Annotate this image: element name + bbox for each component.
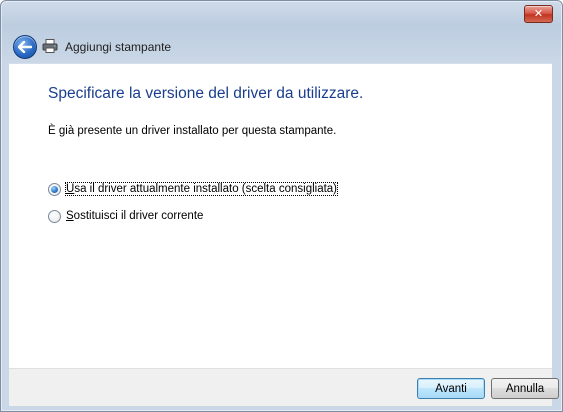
radio-use-installed-driver[interactable]: Usa il driver attualmente installato (sc… xyxy=(48,181,339,197)
radio-button-unchecked[interactable] xyxy=(48,209,61,223)
back-button[interactable] xyxy=(13,35,37,59)
wizard-content: Specificare la versione del driver da ut… xyxy=(9,63,552,368)
cancel-button[interactable]: Annulla xyxy=(491,378,559,399)
wizard-title: Aggiungi stampante xyxy=(65,40,172,54)
description-text: È già presente un driver installato per … xyxy=(48,125,337,137)
radio-button-checked[interactable] xyxy=(48,182,61,196)
radio-label-use-installed-driver[interactable]: Usa il driver attualmente installato (sc… xyxy=(64,182,339,196)
radio-label-replace-driver[interactable]: Sostituisci il driver corrente xyxy=(66,210,203,222)
close-button[interactable]: ✕ xyxy=(524,5,553,23)
back-arrow-icon xyxy=(18,41,32,53)
radio-replace-driver[interactable]: Sostituisci il driver corrente xyxy=(48,208,203,224)
wizard-header: Aggiungi stampante xyxy=(9,31,554,63)
add-printer-window: ✕ Aggiungi stampante Specificare la vers… xyxy=(0,0,563,412)
printer-icon xyxy=(42,39,58,53)
wizard-footer: Avanti Annulla xyxy=(9,368,559,406)
next-button[interactable]: Avanti xyxy=(417,378,485,399)
main-instruction: Specificare la versione del driver da ut… xyxy=(48,85,364,102)
close-icon: ✕ xyxy=(533,7,544,20)
